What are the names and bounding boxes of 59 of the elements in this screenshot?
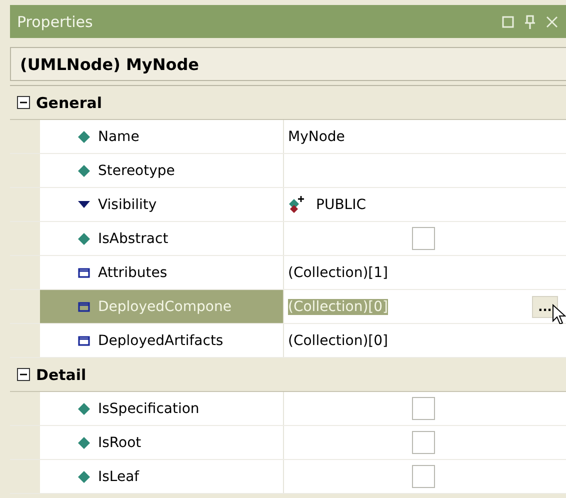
property-value-cell[interactable] <box>284 460 566 493</box>
window-icon <box>78 268 90 278</box>
property-name-cell[interactable]: Attributes <box>40 256 284 289</box>
property-value-cell[interactable]: (Collection)[0] <box>284 324 566 357</box>
property-name-cell[interactable]: IsSpecification <box>40 392 284 425</box>
property-value: (Collection)[0] <box>288 298 388 314</box>
diamond-icon <box>78 470 90 482</box>
property-name: Stereotype <box>98 162 175 178</box>
diamond-icon <box>78 130 90 142</box>
triangle-icon <box>78 200 90 208</box>
property-value: PUBLIC <box>316 196 366 212</box>
property-name-cell[interactable]: Visibility <box>40 188 284 221</box>
category-title: General <box>36 94 102 112</box>
cursor-icon <box>552 304 566 326</box>
collapse-icon[interactable] <box>17 96 30 109</box>
property-name-cell[interactable]: Name <box>40 120 284 153</box>
property-value: (Collection)[0] <box>288 332 388 348</box>
property-name-cell[interactable]: Stereotype <box>40 154 284 187</box>
property-name-cell[interactable]: IsAbstract <box>40 222 284 255</box>
pin-icon[interactable] <box>524 14 536 28</box>
property-name: Name <box>98 128 140 144</box>
property-name: IsRoot <box>98 434 142 450</box>
property-value-cell[interactable]: MyNode <box>284 120 566 153</box>
property-name: IsSpecification <box>98 400 200 416</box>
collapse-icon[interactable] <box>17 368 30 381</box>
property-value: (Collection)[1] <box>288 264 388 280</box>
property-value-cell[interactable] <box>284 426 566 459</box>
property-value: MyNode <box>288 128 345 144</box>
public-visibility-icon <box>288 194 306 214</box>
property-name-cell[interactable]: DeployedArtifacts <box>40 324 284 357</box>
maximize-icon[interactable] <box>502 16 514 28</box>
property-name: DeployedCompone <box>98 298 232 314</box>
property-name: Visibility <box>98 196 157 212</box>
property-name-cell[interactable]: IsLeaf <box>40 460 284 493</box>
property-value-cell[interactable]: (Collection)[0] ... <box>284 290 566 323</box>
property-name: DeployedArtifacts <box>98 332 224 348</box>
window-icon <box>78 302 90 312</box>
checkbox[interactable] <box>412 431 435 454</box>
object-name: (UMLNode) MyNode <box>20 54 200 74</box>
window-icon <box>78 336 90 346</box>
checkbox[interactable] <box>412 397 435 420</box>
diamond-icon <box>78 402 90 414</box>
property-name: Attributes <box>98 264 168 280</box>
property-value-cell[interactable] <box>284 392 566 425</box>
property-name: IsAbstract <box>98 230 168 246</box>
property-value-cell[interactable]: (Collection)[1] <box>284 256 566 289</box>
property-value-cell[interactable]: PUBLIC <box>284 188 566 221</box>
property-name: IsLeaf <box>98 468 140 484</box>
property-value-cell[interactable] <box>284 222 566 255</box>
diamond-icon <box>78 164 90 176</box>
checkbox[interactable] <box>412 465 435 488</box>
category-title: Detail <box>36 366 86 384</box>
diamond-icon <box>78 436 90 448</box>
property-name-cell[interactable]: IsRoot <box>40 426 284 459</box>
diamond-icon <box>78 232 90 244</box>
checkbox[interactable] <box>412 227 435 250</box>
property-value-cell[interactable] <box>284 154 566 187</box>
panel-title: Properties <box>17 12 93 30</box>
close-icon[interactable] <box>546 16 558 28</box>
